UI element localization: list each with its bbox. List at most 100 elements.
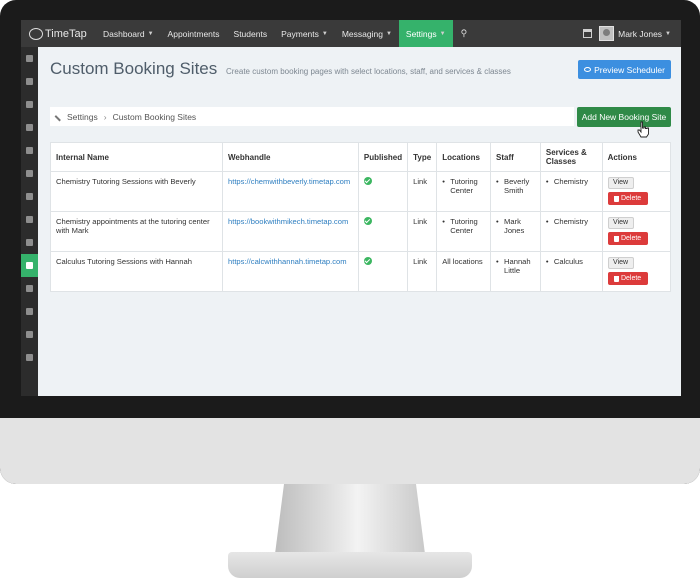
chevron-down-icon: ▼ bbox=[147, 30, 154, 37]
logo-icon bbox=[29, 27, 43, 40]
chevron-down-icon[interactable]: ▼ bbox=[665, 31, 671, 37]
page-title: Custom Booking Sites Create custom booki… bbox=[50, 59, 511, 79]
sidebar-menu-icon[interactable] bbox=[21, 47, 38, 70]
nav-item-label: Settings bbox=[405, 28, 437, 39]
delete-button[interactable]: Delete bbox=[607, 232, 648, 245]
booking-sites-table: Internal Name Webhandle Published Type Locat… bbox=[50, 142, 672, 292]
list-item: All locations bbox=[442, 257, 483, 266]
webhandle-link[interactable]: https://chemwithbeverly.timetap.com bbox=[221, 171, 359, 212]
table-row: Chemistry appointments at the tutoring c… bbox=[50, 211, 672, 252]
sidebar-users-icon[interactable] bbox=[21, 116, 38, 139]
screen: TimeTap Dashboard ▼ Appointments Students Pa… bbox=[21, 20, 681, 396]
trash-icon bbox=[613, 235, 619, 242]
sidebar-card-icon[interactable] bbox=[21, 346, 38, 369]
nav-item-appointments[interactable]: Appointments bbox=[161, 20, 227, 47]
delete-label: Delete bbox=[620, 235, 642, 242]
table-row: Calculus Tutoring Sessions with Hannah ht… bbox=[50, 251, 672, 292]
delete-label: Delete bbox=[620, 275, 642, 282]
webhandle-link[interactable]: https://bookwithmikech.timetap.com bbox=[221, 211, 359, 252]
services-cell-list: Chemistry bbox=[546, 177, 597, 186]
locations-cell: Tutoring Center bbox=[436, 171, 492, 212]
page-subtitle: Create custom booking pages with select … bbox=[225, 67, 511, 76]
list-item: Beverly Smith bbox=[496, 177, 535, 195]
sidebar-checkbox-icon[interactable] bbox=[21, 208, 38, 231]
list-item: Chemistry bbox=[546, 217, 597, 226]
user-menu[interactable]: Mark Jones ▼ bbox=[583, 26, 681, 41]
table-header-row: Internal Name Webhandle Published Type Locat… bbox=[50, 142, 672, 172]
locations-cell: All locations bbox=[436, 251, 492, 292]
published-cell bbox=[357, 251, 409, 292]
delete-button[interactable]: Delete bbox=[607, 192, 648, 205]
services-cell-list: Chemistry bbox=[546, 217, 597, 226]
avatar[interactable] bbox=[599, 26, 615, 41]
column-header: Actions bbox=[601, 142, 672, 172]
sidebar-tools-icon[interactable] bbox=[21, 70, 38, 93]
trash-icon bbox=[613, 195, 619, 202]
staff-cell: Mark Jones bbox=[490, 211, 541, 252]
list-item: Mark Jones bbox=[496, 217, 535, 235]
app-logo[interactable]: TimeTap bbox=[21, 27, 96, 40]
chevron-down-icon: ▼ bbox=[321, 30, 328, 37]
table-body: Chemistry Tutoring Sessions with Beverly… bbox=[50, 171, 672, 292]
monitor-chin bbox=[0, 418, 700, 484]
webhandle-link[interactable]: https://calcwithhannah.timetap.com bbox=[221, 251, 359, 292]
list-item: Tutoring Center bbox=[442, 217, 485, 235]
chevron-right-icon: › bbox=[103, 111, 107, 122]
main-content: Custom Booking Sites Create custom booki… bbox=[38, 47, 681, 396]
sidebar-list-icon[interactable] bbox=[21, 185, 38, 208]
column-header: Published bbox=[357, 142, 409, 172]
page-title-text: Custom Booking Sites bbox=[50, 59, 218, 78]
sidebar-sitemap-icon[interactable] bbox=[21, 254, 38, 277]
table-row: Chemistry Tutoring Sessions with Beverly… bbox=[50, 171, 672, 212]
sidebar-clock-icon[interactable] bbox=[21, 162, 38, 185]
services-cell-list: Calculus bbox=[546, 257, 597, 266]
breadcrumb: Settings › Custom Booking Sites bbox=[50, 107, 574, 126]
column-header: Staff bbox=[490, 142, 541, 172]
sidebar-puzzle-icon[interactable] bbox=[21, 323, 38, 346]
sidebar-building-icon[interactable] bbox=[21, 93, 38, 116]
breadcrumb-settings[interactable]: Settings bbox=[67, 112, 98, 122]
staff-cell-list: Hannah Little bbox=[496, 257, 535, 275]
chevron-down-icon: ▼ bbox=[439, 30, 446, 37]
monitor-stand bbox=[275, 484, 425, 554]
delete-button[interactable]: Delete bbox=[607, 272, 648, 285]
delete-label: Delete bbox=[620, 195, 642, 202]
nav-item-label: Students bbox=[233, 28, 268, 39]
check-circle-icon bbox=[363, 257, 372, 265]
sidebar-cart-icon[interactable] bbox=[21, 139, 38, 162]
nav-menu: Dashboard ▼ Appointments Students Payments ▼ M… bbox=[96, 20, 453, 47]
breadcrumb-current: Custom Booking Sites bbox=[112, 111, 197, 122]
chevron-down-icon: ▼ bbox=[385, 30, 392, 37]
check-circle-icon bbox=[363, 217, 372, 225]
nav-item-dashboard[interactable]: Dashboard ▼ bbox=[96, 20, 161, 47]
nav-item-settings[interactable]: Settings ▼ bbox=[398, 20, 453, 47]
nav-item-label: Appointments bbox=[167, 28, 220, 39]
eye-icon bbox=[584, 67, 592, 72]
sidebar-document-icon[interactable] bbox=[21, 300, 38, 323]
actions-cell: View Delete bbox=[601, 251, 672, 292]
list-item: Chemistry bbox=[546, 177, 597, 186]
user-name[interactable]: Mark Jones bbox=[618, 29, 662, 39]
internal-name-cell: Chemistry Tutoring Sessions with Beverly bbox=[50, 171, 223, 212]
wrench-icon bbox=[54, 111, 65, 122]
add-booking-site-button[interactable]: Add New Booking Site bbox=[577, 107, 671, 127]
sidebar-edit-icon[interactable] bbox=[21, 231, 38, 254]
nav-item-students[interactable]: Students bbox=[227, 20, 275, 47]
sidebar-rows-icon[interactable] bbox=[21, 277, 38, 300]
type-cell: Link bbox=[407, 211, 438, 252]
column-header: Internal Name bbox=[50, 142, 223, 172]
services-cell: Chemistry bbox=[539, 211, 603, 252]
nav-item-messaging[interactable]: Messaging ▼ bbox=[335, 20, 399, 47]
top-nav-bar: TimeTap Dashboard ▼ Appointments Students Pa… bbox=[21, 20, 681, 47]
column-header: Services & Classes bbox=[539, 142, 603, 172]
view-button[interactable]: View bbox=[607, 257, 634, 269]
search-icon[interactable]: ⚲ bbox=[453, 28, 476, 39]
list-item: Tutoring Center bbox=[442, 177, 485, 195]
view-button[interactable]: View bbox=[607, 177, 634, 189]
calendar-icon[interactable] bbox=[583, 29, 593, 38]
preview-scheduler-button[interactable]: Preview Scheduler bbox=[578, 60, 671, 79]
view-button[interactable]: View bbox=[607, 217, 634, 229]
nav-item-label: Dashboard bbox=[103, 28, 145, 39]
internal-name-cell: Calculus Tutoring Sessions with Hannah bbox=[50, 251, 223, 292]
nav-item-payments[interactable]: Payments ▼ bbox=[274, 20, 335, 47]
